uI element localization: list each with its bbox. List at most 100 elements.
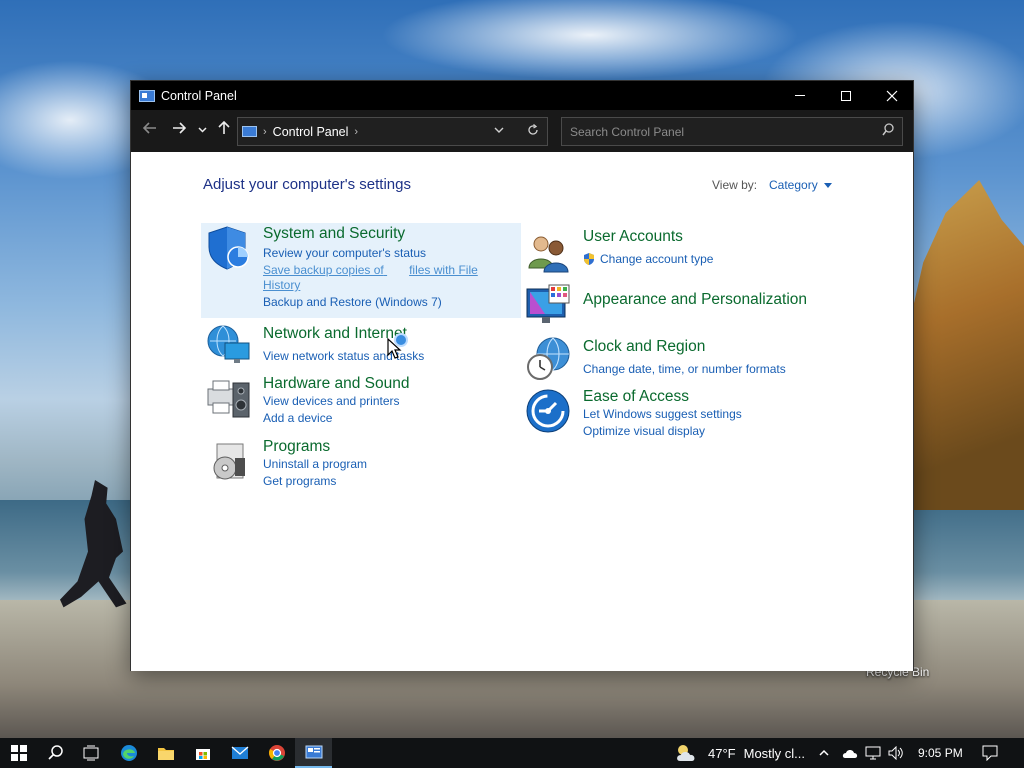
weather-widget[interactable]: 47°F Mostly cl... xyxy=(674,738,805,768)
chevron-down-icon xyxy=(494,127,504,133)
navigation-bar: › Control Panel › xyxy=(131,110,913,152)
link-file-history-part[interactable]: files with File xyxy=(409,263,478,277)
edge-icon xyxy=(120,745,137,761)
arrow-up-icon xyxy=(218,120,230,134)
view-by-dropdown[interactable]: Category xyxy=(769,178,832,192)
category-appearance[interactable]: Appearance and Personalization xyxy=(521,283,851,333)
network-icon xyxy=(865,746,881,760)
back-button[interactable] xyxy=(142,121,157,140)
onedrive-cloud-icon xyxy=(842,750,858,758)
maximize-button[interactable] xyxy=(823,81,869,110)
tray-clock[interactable]: 9:05 PM xyxy=(918,738,963,768)
category-hardware-sound[interactable]: Hardware and Sound View devices and prin… xyxy=(201,373,521,429)
category-title[interactable]: Appearance and Personalization xyxy=(583,291,807,309)
breadcrumb-control-panel[interactable]: Control Panel xyxy=(273,125,349,139)
notification-icon xyxy=(982,745,998,761)
start-button[interactable] xyxy=(0,738,37,768)
address-bar[interactable]: › Control Panel › xyxy=(237,117,548,146)
forward-button[interactable] xyxy=(172,121,187,140)
search-box[interactable] xyxy=(561,117,903,146)
link-backup-restore[interactable]: Backup and Restore (Windows 7) xyxy=(263,295,442,310)
tray-notifications[interactable] xyxy=(982,738,998,768)
ease-of-access-icon xyxy=(526,389,570,433)
search-input[interactable] xyxy=(562,118,862,145)
arrow-right-icon xyxy=(173,122,187,134)
link-windows-suggest[interactable]: Let Windows suggest settings xyxy=(583,407,742,422)
arrow-left-icon xyxy=(142,122,156,134)
category-title[interactable]: Programs xyxy=(263,438,330,456)
file-explorer-icon xyxy=(157,748,174,760)
link-file-history-cont[interactable]: History xyxy=(263,278,300,293)
category-title[interactable]: Network and Internet xyxy=(263,325,407,343)
wallpaper-cloud xyxy=(380,0,800,80)
link-add-device[interactable]: Add a device xyxy=(263,411,332,426)
search-icon xyxy=(47,745,63,760)
category-user-accounts[interactable]: User Accounts Change account type xyxy=(521,226,851,276)
minimize-icon xyxy=(795,95,805,96)
tray-volume[interactable] xyxy=(888,738,904,768)
link-date-time-formats[interactable]: Change date, time, or number formats xyxy=(583,362,786,377)
category-system-security[interactable]: System and Security Review your computer… xyxy=(201,223,521,318)
taskbar-control-panel[interactable] xyxy=(295,738,332,768)
link-file-history-part[interactable]: Save backup copies of xyxy=(263,263,384,277)
volume-icon xyxy=(888,746,903,760)
minimize-button[interactable] xyxy=(777,81,823,110)
refresh-button[interactable] xyxy=(527,123,539,139)
clock-time[interactable]: 9:05 PM xyxy=(918,746,963,760)
link-file-history[interactable]: Save backup copies of files with File xyxy=(263,263,478,278)
category-title[interactable]: Clock and Region xyxy=(583,338,705,356)
start-icon xyxy=(10,745,27,761)
network-globe-icon xyxy=(207,325,250,363)
tray-onedrive[interactable] xyxy=(841,738,859,768)
chevron-up-icon xyxy=(819,749,829,756)
link-review-status[interactable]: Review your computer's status xyxy=(263,246,426,261)
link-get-programs[interactable]: Get programs xyxy=(263,474,336,489)
printer-speaker-icon xyxy=(207,380,250,418)
link-change-account-type-text[interactable]: Change account type xyxy=(600,252,713,266)
monitor-palette-icon xyxy=(526,284,570,323)
taskbar-edge[interactable] xyxy=(110,738,147,768)
control-panel-window: Control Panel › Control Panel › Search C… xyxy=(130,80,914,671)
category-title[interactable]: User Accounts xyxy=(583,228,683,246)
refresh-icon xyxy=(528,123,538,135)
uac-shield-icon xyxy=(584,253,594,265)
taskbar-chrome[interactable] xyxy=(258,738,295,768)
link-change-account-type[interactable]: Change account type xyxy=(583,252,713,267)
content-area: Adjust your computer's settings View by:… xyxy=(131,153,913,671)
task-view-button[interactable] xyxy=(72,738,109,768)
breadcrumb-separator[interactable]: › xyxy=(354,126,358,138)
window-title: Control Panel xyxy=(161,88,237,103)
shield-icon xyxy=(208,226,249,270)
link-optimize-display[interactable]: Optimize visual display xyxy=(583,424,705,439)
tray-network[interactable] xyxy=(865,738,881,768)
breadcrumb-separator[interactable]: › xyxy=(263,126,267,138)
category-clock-region[interactable]: Clock and Region Change date, time, or n… xyxy=(521,336,851,386)
up-button[interactable] xyxy=(217,120,231,140)
title-bar[interactable]: Control Panel xyxy=(131,81,913,110)
weather-cloud-moon-icon xyxy=(677,745,695,761)
chevron-down-icon xyxy=(198,127,207,133)
link-uninstall-program[interactable]: Uninstall a program xyxy=(263,457,367,472)
category-title[interactable]: Ease of Access xyxy=(583,388,689,406)
close-button[interactable] xyxy=(869,81,915,110)
tray-show-hidden-icons[interactable] xyxy=(818,738,830,768)
link-devices-printers[interactable]: View devices and printers xyxy=(263,394,400,409)
category-title[interactable]: Hardware and Sound xyxy=(263,375,410,393)
taskbar-store[interactable] xyxy=(184,738,221,768)
search-icon[interactable] xyxy=(882,123,894,139)
category-network-internet[interactable]: Network and Internet View network status… xyxy=(201,323,521,371)
users-icon xyxy=(528,236,569,273)
wallpaper-cliff xyxy=(912,180,1024,510)
category-title[interactable]: System and Security xyxy=(263,225,405,243)
taskbar-file-explorer[interactable] xyxy=(147,738,184,768)
taskbar-mail[interactable] xyxy=(221,738,258,768)
store-icon xyxy=(195,749,210,760)
category-ease-of-access[interactable]: Ease of Access Let Windows suggest setti… xyxy=(521,386,851,442)
busy-indicator-icon xyxy=(394,333,408,347)
taskbar-search-button[interactable] xyxy=(37,738,74,768)
control-panel-icon xyxy=(305,745,322,759)
category-programs[interactable]: Programs Uninstall a program Get program… xyxy=(201,436,521,492)
address-dropdown-button[interactable] xyxy=(494,125,504,138)
clock-globe-icon xyxy=(527,337,570,380)
recent-locations-button[interactable] xyxy=(198,123,207,141)
